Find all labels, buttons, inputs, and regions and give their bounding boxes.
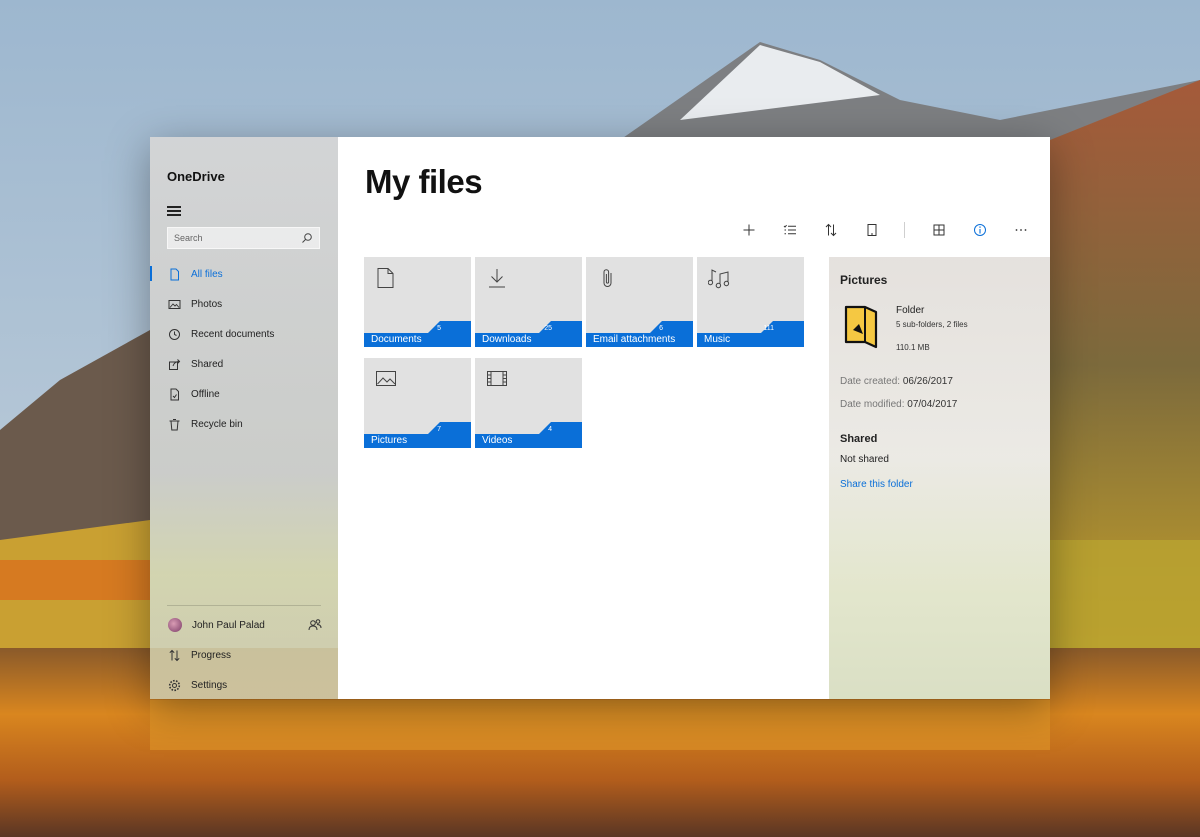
app-title: OneDrive <box>167 169 225 184</box>
folder-label: Email attachments <box>593 334 676 345</box>
grid-view-icon[interactable] <box>932 223 946 237</box>
folder-item-count: 4 <box>548 426 552 433</box>
folder-item-count: 6 <box>659 325 663 332</box>
tablet-view-icon[interactable] <box>865 223 879 237</box>
details-modified-label: Date modified: <box>840 399 905 410</box>
sidebar-item-label: Offline <box>191 388 220 400</box>
account-item[interactable]: John Paul Palad <box>150 610 338 640</box>
folder-tile-videos[interactable]: 4 Videos <box>475 358 582 448</box>
sidebar-item-recent-documents[interactable]: Recent documents <box>150 319 338 349</box>
offline-icon <box>170 388 179 400</box>
details-pane: Pictures Folder 5 sub-folders, 2 files 1… <box>829 257 1050 699</box>
document-icon <box>377 268 394 288</box>
folder-label: Downloads <box>482 334 532 345</box>
toolbar-separator <box>904 222 905 238</box>
share-icon <box>169 358 181 370</box>
avatar <box>168 618 182 632</box>
sidebar-footer: John Paul Palad Progress Settings <box>150 605 338 699</box>
add-icon[interactable] <box>742 223 756 237</box>
folder-tile-pictures[interactable]: 7 Pictures <box>364 358 471 448</box>
folder-item-count: 7 <box>437 426 441 433</box>
picture-icon <box>376 371 396 386</box>
switch-account-icon[interactable] <box>308 618 322 632</box>
sidebar-item-offline[interactable]: Offline <box>150 379 338 409</box>
hamburger-menu-icon[interactable] <box>167 206 181 216</box>
folder-tile-email-attachments[interactable]: 6 Email attachments <box>586 257 693 347</box>
sidebar-divider <box>167 605 321 606</box>
sidebar-item-label: Recent documents <box>191 328 275 340</box>
sidebar-item-label: All files <box>191 268 223 280</box>
folder-icon <box>844 305 878 349</box>
details-created-label: Date created: <box>840 376 901 387</box>
sync-arrows-icon <box>169 649 180 661</box>
sidebar-item-photos[interactable]: Photos <box>150 289 338 319</box>
details-created-value: 06/26/2017 <box>902 376 953 387</box>
sidebar-item-all-files[interactable]: All files <box>150 259 338 289</box>
sidebar-item-label: Settings <box>191 679 228 691</box>
trash-icon <box>169 418 180 430</box>
sidebar-item-shared[interactable]: Shared <box>150 349 338 379</box>
share-folder-link[interactable]: Share this folder <box>840 479 913 490</box>
folder-tile-music[interactable]: 111 Music <box>697 257 804 347</box>
search-placeholder: Search <box>174 233 203 243</box>
account-user-name: John Paul Palad <box>192 619 265 631</box>
folder-item-count: 5 <box>437 325 441 332</box>
details-title: Pictures <box>840 273 888 287</box>
more-options-icon[interactable] <box>1014 223 1028 237</box>
film-icon <box>487 371 507 386</box>
sidebar-item-label: Recycle bin <box>191 418 243 430</box>
sidebar-item-progress[interactable]: Progress <box>150 640 338 670</box>
sidebar-item-label: Shared <box>191 358 224 370</box>
onedrive-window: OneDrive Search All files Photos Recent … <box>150 137 1050 699</box>
folder-item-count: 25 <box>544 325 552 332</box>
photo-icon <box>168 299 181 309</box>
details-shared-heading: Shared <box>840 433 878 445</box>
details-date-created: Date created: 06/26/2017 <box>840 376 953 387</box>
folder-label: Pictures <box>371 435 408 446</box>
info-icon[interactable] <box>973 223 987 237</box>
sidebar: OneDrive Search All files Photos Recent … <box>150 137 338 699</box>
folder-tile-downloads[interactable]: 25 Downloads <box>475 257 582 347</box>
sidebar-nav: All files Photos Recent documents Shared… <box>150 259 338 439</box>
main-pane: My files 5 Documents 25 Downloads 6 Emai… <box>338 137 1050 699</box>
details-modified-value: 07/04/2017 <box>907 399 958 410</box>
folder-label: Documents <box>371 334 422 345</box>
download-icon <box>489 269 505 288</box>
folder-label: Videos <box>482 435 513 446</box>
details-date-modified: Date modified: 07/04/2017 <box>840 399 957 410</box>
details-summary: 5 sub-folders, 2 files <box>896 320 968 329</box>
toolbar <box>715 222 1028 238</box>
sidebar-item-label: Progress <box>191 649 232 661</box>
sidebar-item-settings[interactable]: Settings <box>150 670 338 699</box>
sidebar-item-recycle-bin[interactable]: Recycle bin <box>150 409 338 439</box>
sort-icon[interactable] <box>824 223 838 237</box>
details-type: Folder <box>896 305 925 316</box>
file-icon <box>170 268 179 280</box>
folder-label: Music <box>704 334 731 345</box>
search-icon[interactable] <box>301 232 313 244</box>
gear-icon <box>168 679 181 691</box>
music-icon <box>708 269 730 289</box>
details-size: 110.1 MB <box>896 343 930 352</box>
folder-tile-documents[interactable]: 5 Documents <box>364 257 471 347</box>
paperclip-icon <box>603 269 612 287</box>
details-shared-status: Not shared <box>840 454 889 465</box>
page-title: My files <box>365 163 483 200</box>
search-input[interactable]: Search <box>167 227 320 249</box>
clock-icon <box>169 328 180 340</box>
select-list-icon[interactable] <box>783 223 797 237</box>
sidebar-item-label: Photos <box>191 298 223 310</box>
folder-item-count: 111 <box>763 325 774 332</box>
